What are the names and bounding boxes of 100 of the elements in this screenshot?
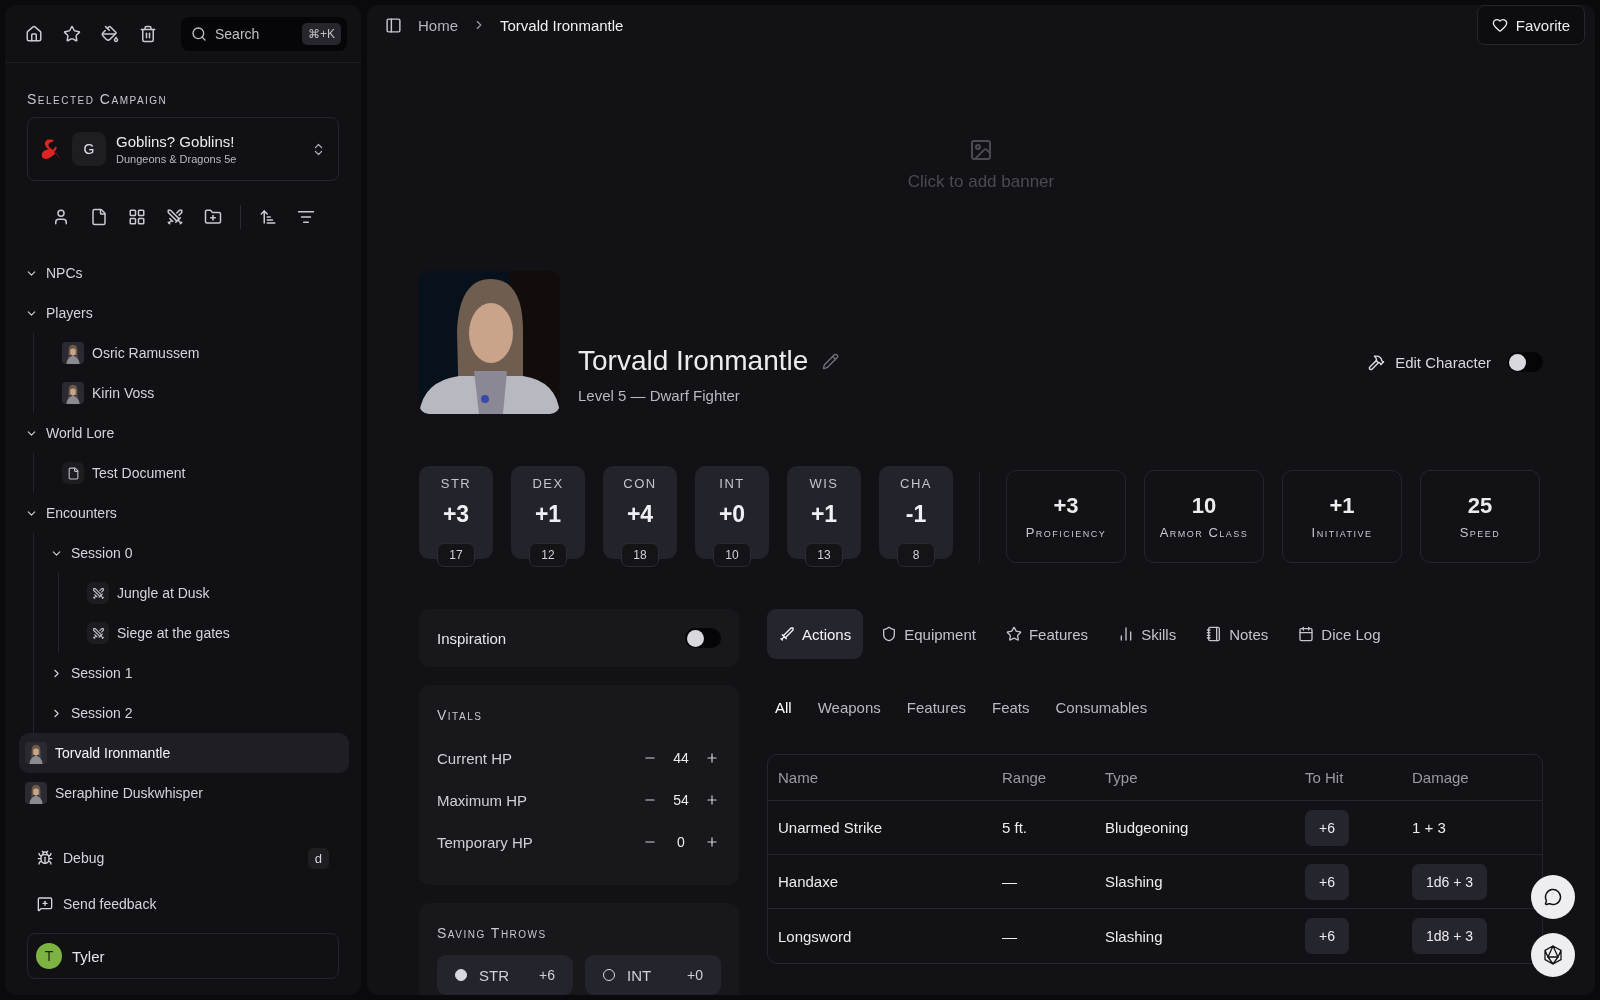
column-header: Range: [992, 755, 1095, 801]
ability-label: CHA: [900, 476, 932, 491]
tree-item[interactable]: Seraphine Duskwhisper: [19, 773, 349, 813]
stat-label: Initiative: [1311, 525, 1373, 540]
search-field[interactable]: Search ⌘+K: [181, 16, 347, 51]
crossed-swords-icon: [87, 622, 109, 644]
document-icon: [62, 462, 84, 484]
column-header: To Hit: [1295, 755, 1402, 801]
tree-item[interactable]: Torvald Ironmantle: [19, 733, 349, 773]
edit-label: Edit Character: [1395, 353, 1491, 371]
vital-label: Maximum HP: [437, 791, 527, 809]
tab[interactable]: Notes: [1194, 609, 1281, 659]
tab[interactable]: Features: [993, 609, 1101, 659]
table-cell: Handaxe: [768, 855, 992, 909]
saving-throw[interactable]: INT +0: [585, 955, 721, 995]
search-icon: [191, 25, 207, 42]
vital-label: Temporary HP: [437, 833, 533, 851]
tab[interactable]: Dice Log: [1286, 609, 1393, 659]
filter-tab[interactable]: All: [775, 699, 792, 716]
column-header: Type: [1095, 755, 1295, 801]
breadcrumb-link[interactable]: Home: [418, 16, 458, 34]
filter-tab[interactable]: Feats: [992, 699, 1030, 716]
ability-modifier: +1: [534, 501, 562, 528]
vital-value: 54: [672, 792, 690, 808]
ability-label: STR: [440, 476, 472, 491]
tab[interactable]: Skills: [1106, 609, 1189, 659]
ability-label: INT: [719, 476, 745, 491]
tab[interactable]: Equipment: [869, 609, 988, 659]
chat-bubble-icon: [1544, 888, 1562, 906]
ability-score: 8: [897, 543, 935, 567]
table-cell: Unarmed Strike: [768, 801, 992, 855]
damage-value[interactable]: 1d6 + 3: [1412, 863, 1488, 900]
stat-label: Speed: [1459, 525, 1501, 540]
item-label: Seraphine Duskwhisper: [55, 785, 203, 801]
search-placeholder: Search: [215, 25, 260, 42]
message-plus-icon: [37, 896, 53, 912]
tree-item[interactable]: Test Document: [44, 453, 349, 493]
inspiration-label: Inspiration: [437, 629, 507, 647]
user-name: Tyler: [72, 947, 105, 965]
campaign-initial: G: [72, 132, 106, 166]
banner-hint: Click to add banner: [907, 172, 1055, 192]
dice-button[interactable]: [1531, 933, 1575, 977]
item-label: Siege at the gates: [117, 625, 230, 641]
item-label: Session 1: [71, 665, 133, 681]
save-value: +6: [539, 967, 555, 983]
table-cell: Slashing: [1095, 855, 1295, 909]
stat-label: Armor Class: [1159, 525, 1249, 540]
ability-modifier: +0: [718, 501, 746, 528]
item-label: World Lore: [46, 425, 115, 441]
campaign-name: Goblins? Goblins!: [116, 133, 236, 150]
filter-tab[interactable]: Weapons: [817, 699, 881, 716]
menu-item[interactable]: Send feedback: [27, 883, 339, 925]
damage-value[interactable]: 1d8 + 3: [1412, 918, 1488, 954]
tree-item[interactable]: Players: [19, 293, 349, 333]
save-label: INT: [627, 966, 652, 984]
ability-score: 10: [713, 543, 751, 567]
user-menu[interactable]: T Tyler: [27, 933, 339, 979]
to-hit-value[interactable]: +6: [1305, 809, 1349, 846]
bug-icon: [37, 850, 53, 866]
tree-item[interactable]: World Lore: [19, 413, 349, 453]
campaign-selector[interactable]: G Goblins? Goblins! Dungeons & Dragons 5e: [27, 117, 339, 181]
tree-item[interactable]: Session 0: [44, 533, 349, 573]
menu-label: Send feedback: [63, 896, 157, 912]
favorite-button[interactable]: Favorite: [1476, 5, 1585, 45]
tab[interactable]: Actions: [767, 609, 864, 659]
stat-value: 25: [1467, 493, 1493, 519]
to-hit-value[interactable]: +6: [1305, 863, 1349, 900]
inspiration-toggle[interactable]: [685, 628, 721, 648]
saving-throw[interactable]: STR +6: [437, 955, 573, 995]
tree-item[interactable]: Osric Ramussem: [44, 333, 349, 373]
tree-item[interactable]: Kirin Voss: [44, 373, 349, 413]
damage-value: 1 + 3: [1412, 819, 1446, 836]
calendar-icon: [1298, 626, 1315, 642]
filter-tab[interactable]: Features: [906, 699, 966, 716]
to-hit-value[interactable]: +6: [1305, 918, 1349, 954]
item-label: Kirin Voss: [92, 385, 155, 401]
item-label: Osric Ramussem: [92, 345, 200, 361]
tree-item[interactable]: Siege at the gates: [69, 613, 349, 653]
filter-tab[interactable]: Consumables: [1055, 699, 1148, 716]
star-icon: [1005, 626, 1022, 642]
user-avatar: T: [36, 943, 62, 969]
card-title: Saving Throws: [437, 925, 548, 941]
item-label: Encounters: [46, 505, 117, 521]
heart-icon: [1491, 17, 1508, 33]
sword-icon: [779, 626, 795, 642]
tree-item[interactable]: Encounters: [19, 493, 349, 533]
vital-value: 44: [672, 750, 690, 766]
tree-item[interactable]: Jungle at Dusk: [69, 573, 349, 613]
chat-button[interactable]: [1531, 875, 1575, 919]
campaign-system: Dungeons & Dragons 5e: [116, 153, 238, 165]
stat-value: +3: [1053, 493, 1079, 519]
item-label: Test Document: [92, 465, 186, 481]
edit-toggle[interactable]: [1507, 352, 1543, 372]
item-label: NPCs: [46, 265, 83, 281]
ability-modifier: -1: [905, 501, 927, 528]
tree-item[interactable]: NPCs: [19, 253, 349, 293]
tree-item[interactable]: Session 1: [44, 653, 349, 693]
table-cell: Bludgeoning: [1095, 801, 1295, 855]
menu-item[interactable]: Debug d: [27, 837, 339, 879]
tree-item[interactable]: Session 2: [44, 693, 349, 733]
